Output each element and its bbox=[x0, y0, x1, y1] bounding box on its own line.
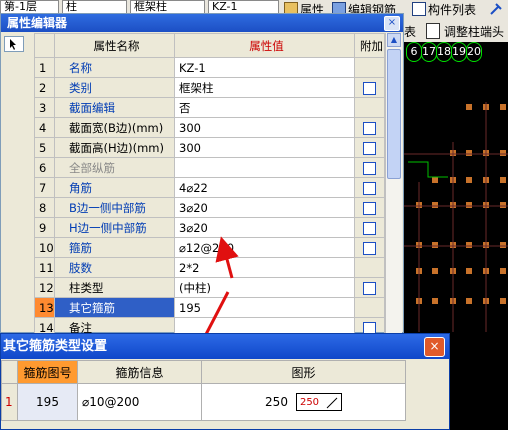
stirrup-shape-cell[interactable]: 250 250 bbox=[201, 383, 406, 421]
stirrup-header-shape: 图形 bbox=[201, 360, 406, 384]
stirrup-id-cell[interactable]: 195 bbox=[17, 383, 78, 421]
shape-dimension-label: 250 bbox=[265, 395, 288, 409]
stirrup-dialog-title: 其它箍筋类型设置 bbox=[1, 334, 449, 359]
stirrup-shape: 250 250 bbox=[265, 393, 342, 411]
stirrup-table: 箍筋图号 箍筋信息 图形 1 195 ⌀10@200 250 250 bbox=[1, 360, 406, 421]
stirrup-row[interactable]: 1 195 ⌀10@200 250 250 bbox=[1, 383, 406, 421]
stirrup-header-info: 箍筋信息 bbox=[77, 360, 202, 384]
stirrup-info-cell[interactable]: ⌀10@200 bbox=[77, 383, 202, 421]
stirrup-header-id: 箍筋图号 bbox=[17, 360, 78, 384]
stirrup-dialog-close-button[interactable]: × bbox=[424, 337, 445, 357]
stirrup-table-header: 箍筋图号 箍筋信息 图形 bbox=[1, 360, 406, 384]
stirrup-shape-icon: 250 bbox=[295, 393, 342, 411]
stirrup-type-dialog: 其它箍筋类型设置 × 箍筋图号 箍筋信息 图形 1 195 ⌀10@200 25… bbox=[0, 333, 450, 430]
stirrup-row-number: 1 bbox=[1, 383, 18, 421]
stirrup-header-blank bbox=[1, 360, 18, 384]
